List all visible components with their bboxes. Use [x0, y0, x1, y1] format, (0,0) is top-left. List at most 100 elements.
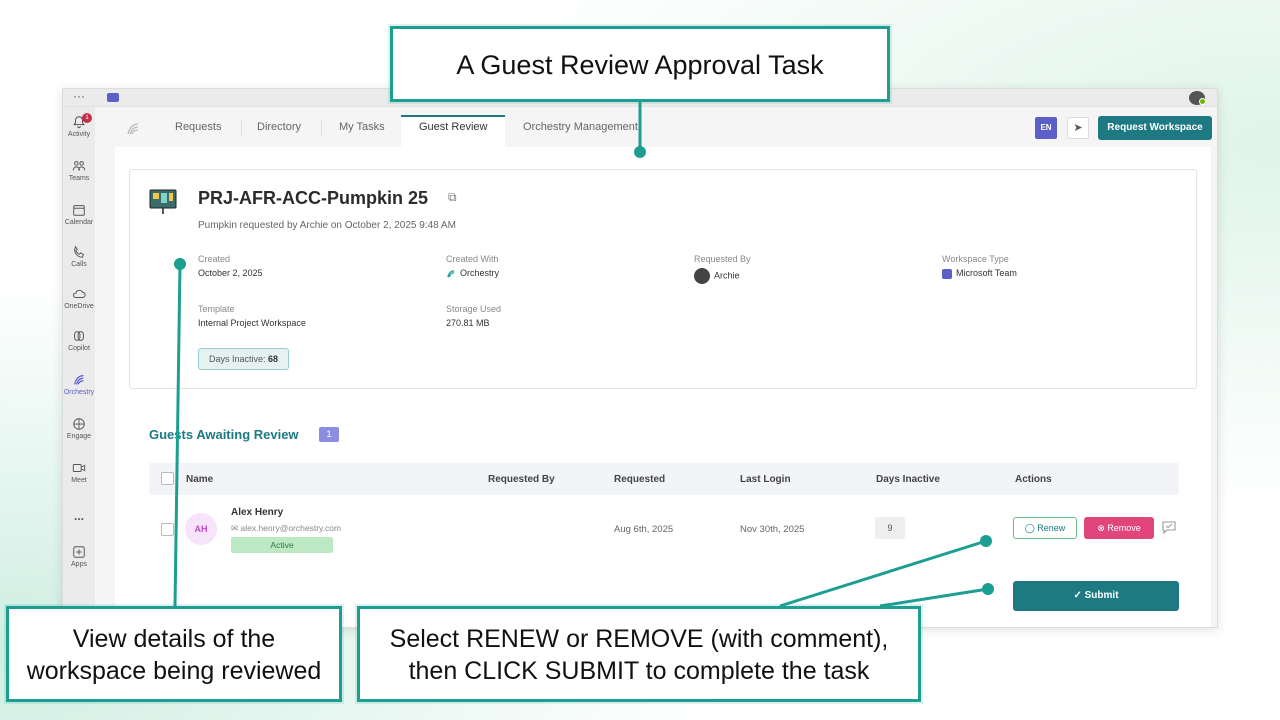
- remove-label: Remove: [1107, 523, 1141, 533]
- renew-label: Renew: [1037, 523, 1066, 533]
- select-all-checkbox[interactable]: [161, 472, 174, 485]
- activity-badge: 1: [82, 113, 92, 123]
- rail-label: Calls: [71, 261, 87, 268]
- more-icon: ...: [73, 509, 84, 523]
- rail-item-onedrive[interactable]: OneDrive: [63, 287, 95, 310]
- requested-by-value-wrap: Archie: [694, 268, 751, 284]
- rail-label: Teams: [68, 175, 90, 182]
- phone-icon: [74, 245, 84, 258]
- field-storage: Storage Used 270.81 MB: [446, 304, 501, 328]
- cloud-icon: [73, 289, 86, 298]
- rail-label: Engage: [66, 433, 92, 440]
- rail-item-teams[interactable]: Teams: [63, 159, 95, 182]
- guest-email-wrap: ✉ alex.henry@orchestry.com: [231, 523, 341, 534]
- tab-requests[interactable]: Requests: [175, 121, 221, 133]
- tab-guest-review[interactable]: Guest Review: [419, 121, 487, 133]
- field-label: Template: [198, 304, 235, 314]
- guest-days-inactive: 9: [875, 517, 905, 539]
- column-header[interactable]: Name: [186, 474, 213, 485]
- workspace-title: PRJ-AFR-ACC-Pumpkin 25: [198, 188, 429, 208]
- column-header[interactable]: Requested: [614, 474, 665, 485]
- callout-title: A Guest Review Approval Task: [390, 26, 890, 102]
- field-template: Template Internal Project Workspace: [198, 304, 306, 328]
- teams-window: ··· 1 Activity Teams Calendar Calls OneD…: [62, 88, 1218, 628]
- copilot-icon: [74, 331, 84, 341]
- guest-count-badge: 1: [319, 427, 339, 442]
- workspace-type-value-wrap: Microsoft Team: [942, 268, 1017, 279]
- tab-my-tasks[interactable]: My Tasks: [339, 121, 385, 133]
- engage-icon: [73, 418, 85, 430]
- column-header[interactable]: Requested By: [488, 474, 555, 485]
- callout-details: View details of the workspace being revi…: [6, 606, 342, 702]
- field-created-with: Created With Orchestry: [446, 254, 499, 279]
- callout-line: then CLICK SUBMIT to complete the task: [408, 657, 870, 685]
- rail-item-calls[interactable]: Calls: [63, 245, 95, 268]
- status-badge: Active: [231, 537, 333, 553]
- callout-line: workspace being reviewed: [26, 657, 322, 685]
- table-row: AH Alex Henry ✉ alex.henry@orchestry.com…: [149, 497, 1179, 563]
- field-requested-by: Requested By Archie: [694, 254, 751, 284]
- field-created: Created October 2, 2025: [198, 254, 263, 278]
- remove-button[interactable]: ⊗ Remove: [1084, 517, 1154, 539]
- orchestry-app: Requests Directory My Tasks Guest Review…: [95, 107, 1217, 627]
- calendar-icon: [73, 205, 85, 216]
- rail-item-copilot[interactable]: Copilot: [63, 329, 95, 352]
- teams-icon: [72, 161, 86, 171]
- plus-icon: [73, 546, 85, 558]
- guest-email: alex.henry@orchestry.com: [240, 523, 342, 533]
- orchestry-icon: [447, 269, 455, 277]
- field-value: October 2, 2025: [198, 268, 263, 278]
- guest-last-login: Nov 30th, 2025: [740, 524, 805, 535]
- column-header: Actions: [1015, 474, 1052, 485]
- table-header: Name Requested By Requested Last Login D…: [149, 463, 1179, 495]
- tab-directory[interactable]: Directory: [257, 121, 301, 133]
- column-header[interactable]: Last Login: [740, 474, 791, 485]
- field-workspace-type: Workspace Type Microsoft Team: [942, 254, 1017, 279]
- callout-line: View details of the: [72, 625, 276, 653]
- orchestry-icon: [74, 375, 84, 385]
- row-checkbox[interactable]: [161, 523, 174, 536]
- comment-icon[interactable]: [1161, 519, 1177, 535]
- app-launcher-icon[interactable]: ···: [73, 89, 85, 103]
- field-label: Created With: [446, 254, 499, 264]
- rail-label: Meet: [71, 477, 87, 484]
- submit-label: Submit: [1084, 590, 1119, 601]
- tab-orchestry-management[interactable]: Orchestry Management: [523, 121, 638, 133]
- avatar: AH: [185, 513, 217, 545]
- avatar: [694, 268, 710, 284]
- field-value: Microsoft Team: [956, 268, 1017, 278]
- guest-requested-date: Aug 6th, 2025: [614, 524, 674, 535]
- teams-logo-icon: [107, 93, 119, 102]
- rail-item-orchestry[interactable]: Orchestry: [63, 373, 95, 396]
- app-rail: 1 Activity Teams Calendar Calls OneDrive…: [63, 107, 95, 627]
- rail-item-meet[interactable]: Meet: [63, 461, 95, 484]
- rail-item-more[interactable]: ...: [63, 507, 95, 523]
- field-label: Workspace Type: [942, 254, 1009, 264]
- check-icon: ✓: [1073, 590, 1085, 601]
- rail-label: Activity: [67, 131, 91, 138]
- days-inactive-value: 68: [268, 354, 279, 364]
- created-with-value-wrap: Orchestry: [446, 268, 499, 279]
- language-button[interactable]: EN: [1035, 117, 1057, 139]
- send-icon[interactable]: ➤: [1067, 117, 1089, 139]
- rail-label: OneDrive: [64, 303, 94, 310]
- presence-indicator: [1199, 98, 1206, 105]
- rail-item-engage[interactable]: Engage: [63, 417, 95, 440]
- main-content: PRJ-AFR-ACC-Pumpkin 25 ⧉ Pumpkin request…: [115, 147, 1211, 627]
- workspace-subtitle: Pumpkin requested by Archie on October 2…: [198, 220, 456, 231]
- submit-button[interactable]: ✓ Submit: [1013, 581, 1179, 611]
- column-header[interactable]: Days Inactive: [876, 474, 940, 485]
- request-workspace-button[interactable]: Request Workspace: [1098, 116, 1212, 140]
- rail-item-apps[interactable]: Apps: [63, 545, 95, 568]
- callout-line: Select RENEW or REMOVE (with comment),: [389, 625, 889, 653]
- workspace-details-card: PRJ-AFR-ACC-Pumpkin 25 ⧉ Pumpkin request…: [129, 169, 1197, 389]
- rail-item-calendar[interactable]: Calendar: [63, 203, 95, 226]
- field-label: Created: [198, 254, 231, 264]
- external-link-icon[interactable]: ⧉: [448, 190, 457, 205]
- rail-item-activity[interactable]: 1 Activity: [63, 113, 95, 138]
- days-inactive-badge: Days Inactive: 68: [198, 348, 290, 370]
- check-circle-icon: ◯: [1024, 523, 1038, 533]
- orchestry-logo-icon: [127, 123, 139, 135]
- renew-button[interactable]: ◯ Renew: [1013, 517, 1077, 539]
- field-value: Archie: [714, 270, 740, 281]
